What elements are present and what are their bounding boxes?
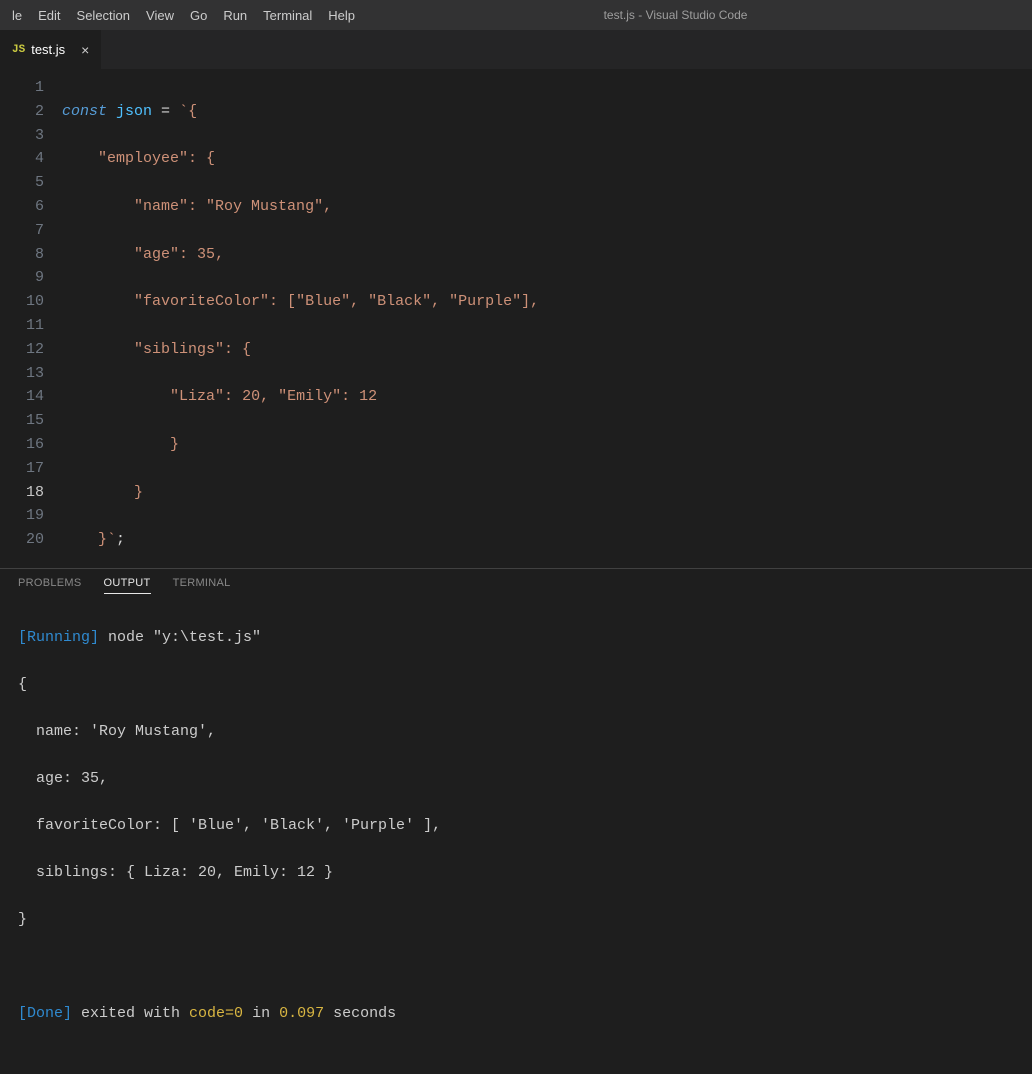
menu-terminal[interactable]: Terminal	[255, 4, 320, 27]
window-title: test.js - Visual Studio Code	[363, 8, 988, 22]
done-tag: [Done]	[18, 1005, 72, 1022]
menu-file[interactable]: le	[4, 4, 30, 27]
tab-output[interactable]: OUTPUT	[104, 577, 151, 594]
output-line: {	[18, 673, 1014, 697]
running-command: node "y:\test.js"	[99, 629, 261, 646]
tab-terminal[interactable]: TERMINAL	[173, 577, 231, 594]
tab-problems[interactable]: PROBLEMS	[18, 577, 82, 594]
exec-time: 0.097	[279, 1005, 324, 1022]
line-number-gutter: 12345 678910 1112131415 1617181920	[0, 70, 62, 568]
close-icon[interactable]: ×	[81, 42, 89, 58]
tab-filename: test.js	[31, 42, 65, 57]
bottom-panel: PROBLEMS OUTPUT TERMINAL [Running] node …	[0, 568, 1032, 1074]
exit-code: code=0	[189, 1005, 243, 1022]
output-line: age: 35,	[18, 767, 1014, 791]
output-line: siblings: { Liza: 20, Emily: 12 }	[18, 861, 1014, 885]
output-line: favoriteColor: [ 'Blue', 'Black', 'Purpl…	[18, 814, 1014, 838]
menu-run[interactable]: Run	[215, 4, 255, 27]
running-tag: [Running]	[18, 629, 99, 646]
javascript-file-icon: JS	[12, 44, 25, 56]
menu-help[interactable]: Help	[320, 4, 363, 27]
editor-tabs: JS test.js ×	[0, 30, 1032, 70]
panel-tabs: PROBLEMS OUTPUT TERMINAL	[0, 569, 1032, 600]
menu-view[interactable]: View	[138, 4, 182, 27]
menu-selection[interactable]: Selection	[69, 4, 138, 27]
menu-go[interactable]: Go	[182, 4, 215, 27]
output-line: }	[18, 908, 1014, 932]
code-area[interactable]: const json = `{ "employee": { "name": "R…	[62, 70, 1032, 568]
output-line: name: 'Roy Mustang',	[18, 720, 1014, 744]
output-panel[interactable]: [Running] node "y:\test.js" { name: 'Roy…	[0, 600, 1032, 1074]
tab-test-js[interactable]: JS test.js ×	[0, 30, 102, 69]
menu-edit[interactable]: Edit	[30, 4, 68, 27]
menubar: le Edit Selection View Go Run Terminal H…	[0, 0, 1032, 30]
code-editor[interactable]: 12345 678910 1112131415 1617181920 const…	[0, 70, 1032, 568]
